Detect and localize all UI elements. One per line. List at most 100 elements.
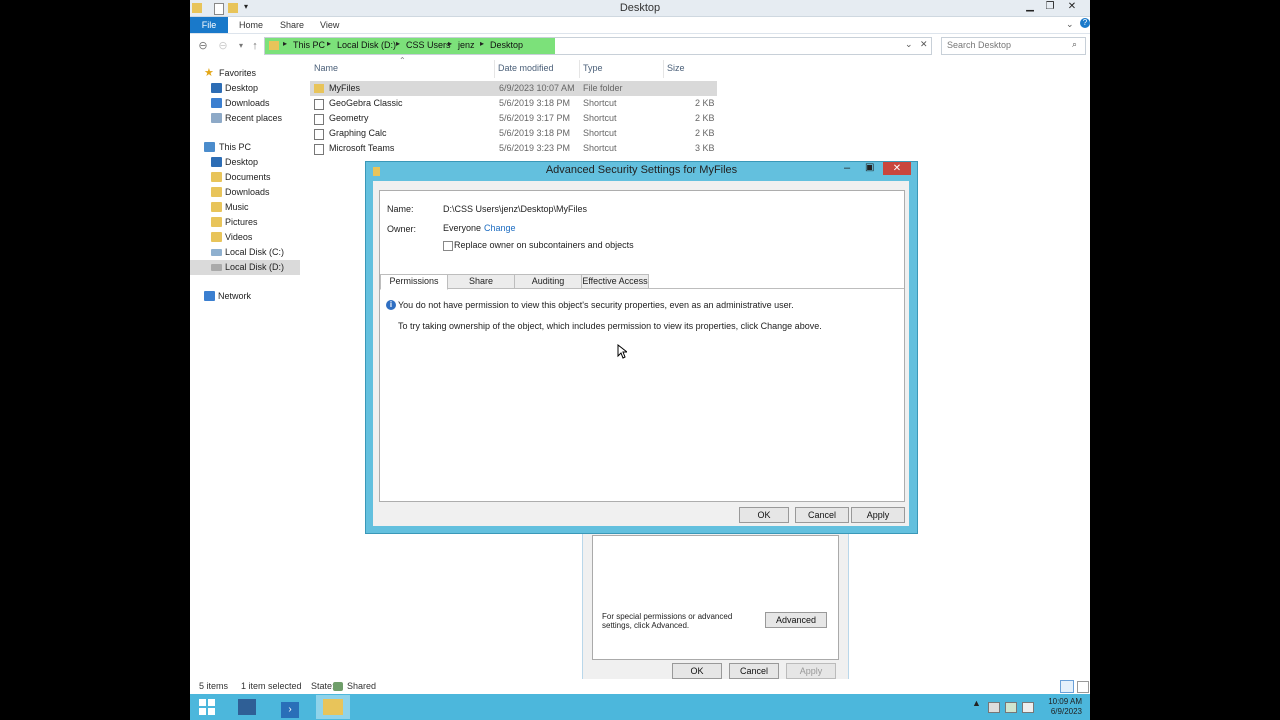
crumb-css-users[interactable]: CSS Users xyxy=(406,40,451,50)
minimize-icon[interactable]: – xyxy=(844,162,850,174)
advanced-security-dialog: Advanced Security Settings for MyFiles –… xyxy=(365,161,918,534)
search-icon[interactable]: ⌕ xyxy=(1072,39,1077,50)
file-date: 5/6/2019 3:23 PM xyxy=(499,143,571,153)
tab-share[interactable]: Share xyxy=(447,274,515,289)
chevron-right-icon[interactable]: ▸ xyxy=(448,39,452,48)
chevron-right-icon[interactable]: ▸ xyxy=(327,39,331,48)
drive-icon xyxy=(211,264,222,271)
chevron-right-icon[interactable]: ▸ xyxy=(396,39,400,48)
forward-button[interactable]: ⊖ xyxy=(216,39,230,53)
dialog-ok-button[interactable]: OK xyxy=(739,507,789,523)
help-icon[interactable]: ? xyxy=(1080,18,1090,28)
recent-locations-icon[interactable]: ▾ xyxy=(234,39,248,53)
nav-favorites[interactable]: ★ Favorites xyxy=(190,66,300,81)
crumb-this-pc[interactable]: This PC xyxy=(293,40,325,50)
chevron-down-icon[interactable]: ⌄ xyxy=(905,39,913,50)
up-button[interactable]: ↑ xyxy=(248,39,262,53)
tab-file[interactable]: File xyxy=(190,17,228,33)
expand-ribbon-icon[interactable]: ⌄ xyxy=(1066,19,1074,30)
nav-pc-downloads[interactable]: Downloads xyxy=(190,185,300,200)
details-view-icon[interactable] xyxy=(1060,680,1074,693)
clock-date: 6/9/2023 xyxy=(1050,707,1082,716)
nav-favorites-label: Favorites xyxy=(219,68,257,78)
pictures-icon xyxy=(211,217,222,227)
nav-label: Documents xyxy=(225,172,271,182)
file-row-geometry[interactable]: Geometry 5/6/2019 3:17 PM Shortcut 2 KB xyxy=(310,111,717,126)
start-button[interactable] xyxy=(190,695,224,719)
nav-pc-local-disk-d[interactable]: Local Disk (D:) xyxy=(190,260,300,275)
file-row-geogebra[interactable]: GeoGebra Classic 5/6/2019 3:18 PM Shortc… xyxy=(310,96,717,111)
minimize-button[interactable]: ▁ xyxy=(1020,0,1040,14)
file-size: 3 KB xyxy=(695,143,715,153)
nav-pc-videos[interactable]: Videos xyxy=(190,230,300,245)
tab-permissions[interactable]: Permissions xyxy=(380,274,448,290)
crumb-desktop[interactable]: Desktop xyxy=(490,40,523,50)
nav-pc-local-disk-c[interactable]: Local Disk (C:) xyxy=(190,245,300,260)
tab-effective-access[interactable]: Effective Access xyxy=(581,274,649,289)
nav-label: Desktop xyxy=(225,157,259,167)
file-row-microsoft-teams[interactable]: Microsoft Teams 5/6/2019 3:23 PM Shortcu… xyxy=(310,141,717,156)
network-tray-icon[interactable] xyxy=(988,702,1000,713)
volume-icon[interactable] xyxy=(1022,702,1034,713)
search-input[interactable]: Search Desktop ⌕ xyxy=(941,37,1086,55)
column-divider[interactable] xyxy=(663,60,664,78)
tab-view[interactable]: View xyxy=(320,20,339,30)
column-divider[interactable] xyxy=(579,60,580,78)
nav-pc-documents[interactable]: Documents xyxy=(190,170,300,185)
address-bar[interactable]: ▸ This PC ▸ Local Disk (D:) ▸ CSS Users … xyxy=(264,37,932,55)
nav-fav-downloads[interactable]: Downloads xyxy=(190,96,300,111)
dialog-cancel-button[interactable]: Cancel xyxy=(795,507,849,523)
nav-pc-music[interactable]: Music xyxy=(190,200,300,215)
nav-pc-pictures[interactable]: Pictures xyxy=(190,215,300,230)
star-icon: ★ xyxy=(204,67,214,79)
chevron-right-icon[interactable]: ▸ xyxy=(283,39,287,48)
column-divider[interactable] xyxy=(494,60,495,78)
server-manager-button[interactable] xyxy=(230,695,264,719)
props-apply-button[interactable]: Apply xyxy=(786,663,836,679)
nav-fav-recent[interactable]: Recent places xyxy=(190,111,300,126)
crumb-jenz[interactable]: jenz xyxy=(458,40,475,50)
props-ok-button[interactable]: OK xyxy=(672,663,722,679)
maximize-icon[interactable]: ▣ xyxy=(865,162,874,173)
close-button[interactable]: ✕ xyxy=(1062,0,1082,14)
powershell-button[interactable]: › xyxy=(273,695,307,719)
videos-icon xyxy=(211,232,222,242)
column-header-name[interactable]: Name xyxy=(314,63,338,73)
column-header-date[interactable]: Date modified xyxy=(498,63,554,73)
owner-value: Everyone xyxy=(443,223,482,233)
dialog-apply-button[interactable]: Apply xyxy=(851,507,905,523)
file-type: Shortcut xyxy=(583,128,617,138)
file-size: 2 KB xyxy=(695,113,715,123)
state-label: State: xyxy=(311,681,335,691)
file-explorer-button[interactable] xyxy=(316,695,350,719)
tab-home[interactable]: Home xyxy=(239,20,263,30)
props-cancel-button[interactable]: Cancel xyxy=(729,663,779,679)
restore-button[interactable]: ❐ xyxy=(1040,0,1060,14)
change-owner-link[interactable]: Change xyxy=(484,223,516,233)
back-button[interactable]: ⊖ xyxy=(196,39,210,53)
column-header-type[interactable]: Type xyxy=(583,63,603,73)
large-icons-view-icon[interactable] xyxy=(1077,681,1089,693)
action-center-icon[interactable] xyxy=(1005,702,1017,713)
tab-auditing[interactable]: Auditing xyxy=(514,274,582,289)
file-size: 2 KB xyxy=(695,128,715,138)
nav-network[interactable]: Network xyxy=(190,289,300,304)
replace-owner-checkbox[interactable] xyxy=(443,241,453,251)
nav-fav-desktop[interactable]: Desktop xyxy=(190,81,300,96)
crumb-local-disk-d[interactable]: Local Disk (D:) xyxy=(337,40,396,50)
chevron-right-icon[interactable]: ▸ xyxy=(480,39,484,48)
file-name: Microsoft Teams xyxy=(329,143,395,153)
close-icon[interactable]: ✕ xyxy=(920,39,928,50)
nav-pc-desktop[interactable]: Desktop xyxy=(190,155,300,170)
nav-label: Local Disk (D:) xyxy=(225,262,285,272)
column-header-size[interactable]: Size xyxy=(667,63,685,73)
show-hidden-icons-icon[interactable]: ▲ xyxy=(972,698,981,708)
system-clock[interactable]: 10:09 AM 6/9/2023 xyxy=(1036,697,1082,717)
nav-this-pc[interactable]: This PC xyxy=(190,140,300,155)
file-row-graphing-calc[interactable]: Graphing Calc 5/6/2019 3:18 PM Shortcut … xyxy=(310,126,717,141)
dialog-close-button[interactable]: ✕ xyxy=(883,162,911,175)
advanced-button[interactable]: Advanced xyxy=(765,612,827,628)
file-row-myfiles[interactable]: MyFiles 6/9/2023 10:07 AM File folder xyxy=(310,81,717,96)
tab-share[interactable]: Share xyxy=(280,20,304,30)
server-manager-icon xyxy=(238,699,256,715)
